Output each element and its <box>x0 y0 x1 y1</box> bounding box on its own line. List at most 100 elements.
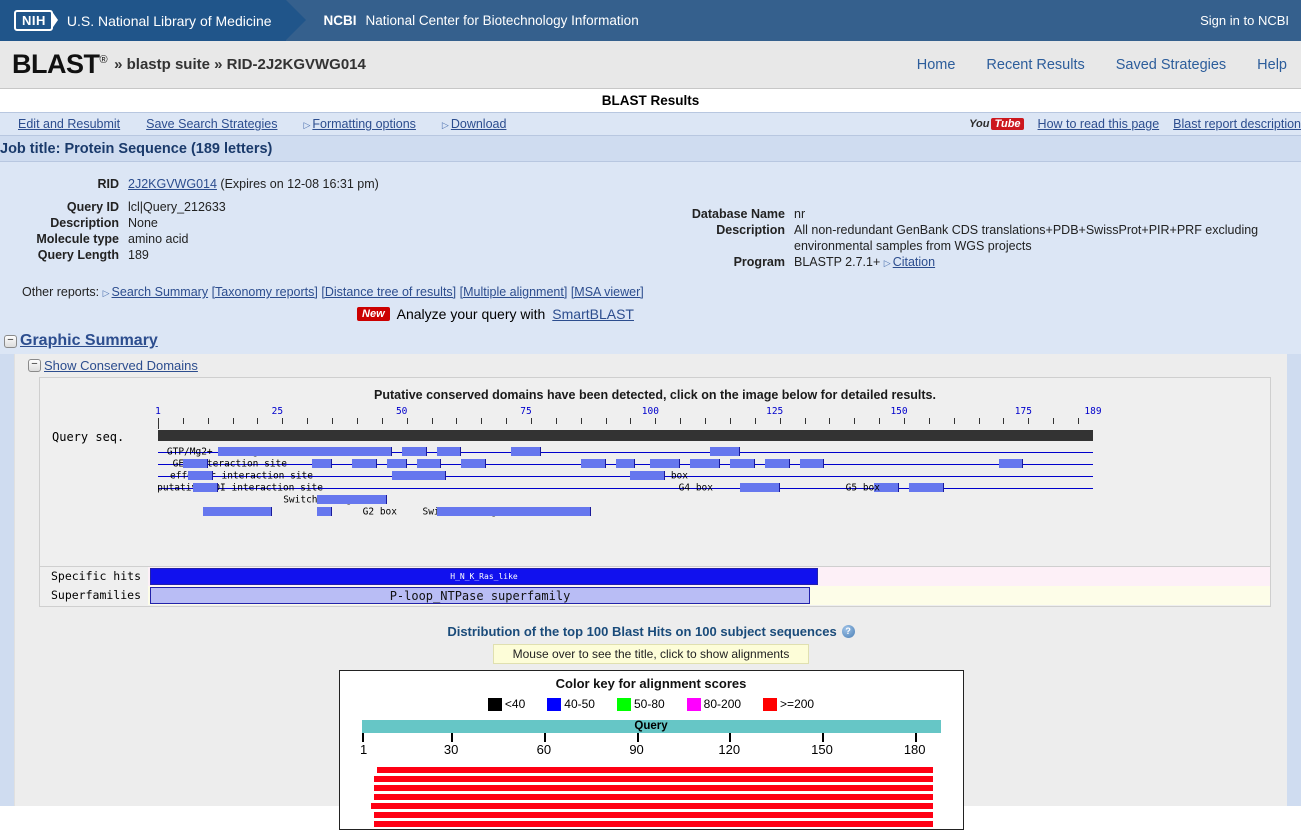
specific-hit-bar[interactable]: H_N_K_Ras_like <box>150 568 818 585</box>
feature-marker[interactable] <box>729 459 755 468</box>
citation-link[interactable]: Citation <box>893 255 935 269</box>
nih-logo-icon: NIH <box>14 10 58 31</box>
nav-home[interactable]: Home <box>917 57 956 73</box>
feature-marker[interactable] <box>202 507 273 516</box>
color-key-swatch <box>487 697 502 711</box>
smartblast-link[interactable]: SmartBLAST <box>552 306 634 322</box>
msa-viewer-link[interactable]: [MSA viewer] <box>571 285 644 299</box>
conserved-domains-toggle-icon[interactable]: − <box>28 359 41 372</box>
how-to-read-this-page-link[interactable]: How to read this page <box>1038 117 1160 131</box>
feature-marker[interactable] <box>739 483 780 492</box>
hit-bar[interactable] <box>373 821 934 827</box>
feature-marker[interactable] <box>317 495 387 504</box>
query-scale-wrap: Query 1 30 60 90 120 150 180 <box>360 720 941 764</box>
feature-marker[interactable] <box>436 507 591 516</box>
feature-marker[interactable] <box>401 447 427 456</box>
feature-marker[interactable] <box>650 459 681 468</box>
feature-marker[interactable] <box>391 471 447 480</box>
hit-bars-area[interactable] <box>362 767 941 829</box>
ruler-tick <box>307 418 309 424</box>
feature-marker[interactable] <box>710 447 740 456</box>
breadcrumb: » blastp suite » RID-2J2KGVWG014 <box>114 56 366 73</box>
meta-label-program: Program <box>733 255 785 269</box>
graphic-summary-panel: − Show Conserved Domains Putative conser… <box>14 354 1287 830</box>
feature-marker[interactable] <box>217 447 382 456</box>
query-tick <box>543 733 546 742</box>
graphic-summary-title[interactable]: Graphic Summary <box>20 332 158 350</box>
collapse-toggle-icon[interactable]: − <box>4 334 17 348</box>
feature-marker[interactable] <box>416 459 442 468</box>
meta-row-query-id: Query ID lcl|Query_212633 <box>0 199 660 215</box>
feature-marker[interactable] <box>317 507 333 516</box>
hit-bar[interactable] <box>373 785 934 791</box>
hit-bar[interactable] <box>376 767 934 773</box>
meta-label-rid: RID <box>97 177 119 191</box>
hit-bar[interactable] <box>370 803 934 809</box>
feature-marker[interactable] <box>630 471 666 480</box>
meta-row-description: Description None <box>0 215 660 231</box>
feature-marker[interactable] <box>187 471 213 480</box>
feature-marker[interactable] <box>461 459 487 468</box>
show-conserved-domains-link[interactable]: Show Conserved Domains <box>44 358 198 373</box>
feature-marker[interactable] <box>690 459 720 468</box>
ruler-tick <box>232 418 234 424</box>
query-sequence-bar[interactable] <box>158 430 1093 441</box>
feature-marker[interactable] <box>764 459 790 468</box>
superfamily-name: P-loop_NTPase superfamily <box>389 588 571 603</box>
feature-marker[interactable] <box>371 447 392 456</box>
formatting-options-link[interactable]: Formatting options <box>312 117 416 131</box>
feature-marker[interactable] <box>511 447 541 456</box>
ruler-tick <box>406 418 408 424</box>
nlm-banner: NIH U.S. National Library of Medicine <box>0 0 306 41</box>
ruler-tick <box>655 418 657 424</box>
feature-marker[interactable] <box>351 459 377 468</box>
taxonomy-reports-link[interactable]: [Taxonomy reports] <box>212 285 318 299</box>
ruler-tick-label: 1 <box>155 406 161 417</box>
feature-marker[interactable] <box>908 483 944 492</box>
query-bar-label: Query <box>634 720 668 732</box>
feature-marker[interactable] <box>312 459 333 468</box>
blast-report-description-link[interactable]: Blast report description <box>1173 117 1301 131</box>
conserved-domain-graphic[interactable]: Putative conserved domains have been det… <box>39 377 1271 567</box>
distance-tree-link[interactable]: [Distance tree of results] <box>321 285 456 299</box>
nav-help[interactable]: Help <box>1257 57 1287 73</box>
distribution-graphic-panel[interactable]: Color key for alignment scores <40 40-50 5… <box>338 670 964 830</box>
feature-marker[interactable] <box>386 459 407 468</box>
feature-marker[interactable] <box>182 459 208 468</box>
youtube-icon[interactable]: You Tube <box>969 118 1024 130</box>
nav-saved-strategies[interactable]: Saved Strategies <box>1116 57 1226 73</box>
download-link[interactable]: Download <box>451 117 507 131</box>
help-icon[interactable]: ? <box>841 625 855 638</box>
nav-recent-results[interactable]: Recent Results <box>986 57 1084 73</box>
ruler-tick-label: 150 <box>890 406 908 417</box>
superfamily-bar[interactable]: P-loop_NTPase superfamily <box>150 587 810 604</box>
feature-marker[interactable] <box>998 459 1024 468</box>
hit-bar[interactable] <box>373 812 934 818</box>
sign-in-link[interactable]: Sign in to NCBI <box>1200 13 1289 28</box>
meta-value-molecule-type: amino acid <box>128 232 189 246</box>
results-toolbar: Edit and Resubmit Save Search Strategies… <box>0 112 1301 136</box>
feature-marker[interactable] <box>436 447 462 456</box>
other-reports-label: Other reports: <box>22 285 100 299</box>
ruler-tick <box>705 418 707 424</box>
feature-marker[interactable] <box>799 459 825 468</box>
meta-row-rid: RID 2J2KGVWG014 (Expires on 12-08 16:31 … <box>0 176 660 192</box>
save-search-strategies-link[interactable]: Save Search Strategies <box>146 117 277 131</box>
search-summary-link[interactable]: Search Summary <box>112 285 209 299</box>
color-key-label: 80-200 <box>703 697 742 711</box>
ruler-tick <box>1078 418 1080 424</box>
hit-bar[interactable] <box>373 776 934 782</box>
ruler-tick-label: 75 <box>520 406 532 417</box>
blast-logo[interactable]: BLAST® <box>12 51 108 78</box>
feature-marker[interactable] <box>615 459 636 468</box>
job-title-text: Job title: Protein Sequence (189 letters… <box>0 140 273 157</box>
query-tick-label: 120 <box>718 742 741 757</box>
edit-and-resubmit-link[interactable]: Edit and Resubmit <box>18 117 120 131</box>
multiple-alignment-link[interactable]: [Multiple alignment] <box>460 285 568 299</box>
rid-link[interactable]: 2J2KGVWG014 <box>128 177 217 191</box>
hit-bar[interactable] <box>373 794 934 800</box>
ruler-tick <box>356 418 358 424</box>
feature-marker[interactable] <box>192 483 218 492</box>
domain-diagram[interactable]: 1 25 50 75 100 125 150 175 189 Query seq. GTP/Mg2+… <box>40 406 1270 556</box>
feature-marker[interactable] <box>580 459 606 468</box>
